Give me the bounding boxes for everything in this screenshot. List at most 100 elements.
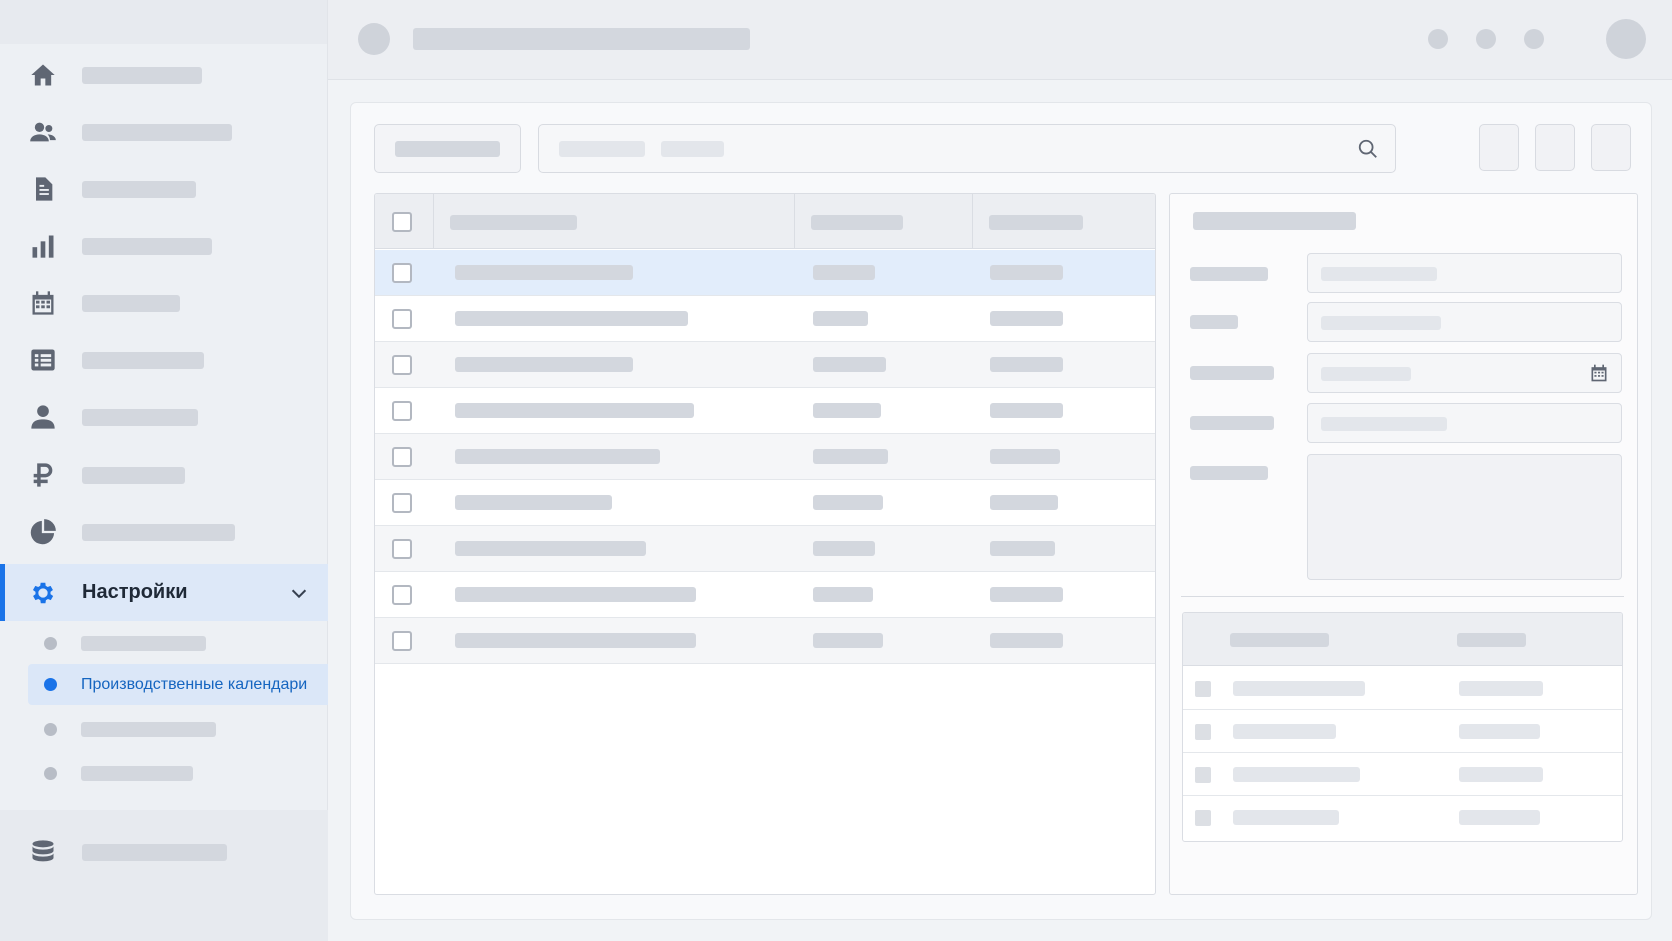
column-header-placeholder[interactable] [989, 215, 1083, 230]
field-value-placeholder [1321, 417, 1447, 431]
sidebar-item-calendar[interactable] [0, 278, 328, 328]
table-row[interactable] [375, 434, 1155, 480]
cell-placeholder [455, 541, 646, 556]
row-checkbox[interactable] [392, 401, 412, 421]
gear-icon [28, 578, 58, 608]
calendar-icon[interactable] [1589, 363, 1609, 383]
document-icon [28, 174, 58, 204]
sidebar-item-analytics[interactable] [0, 507, 328, 557]
sidebar-item-reports[interactable] [0, 221, 328, 271]
toolbar-button[interactable] [1479, 124, 1519, 171]
table-row[interactable] [375, 526, 1155, 572]
cell-placeholder [1233, 810, 1339, 825]
cell-placeholder [455, 633, 696, 648]
table-row[interactable] [375, 296, 1155, 342]
sidebar-item-finance[interactable] [0, 450, 328, 500]
select-all-checkbox[interactable] [392, 212, 412, 232]
sub-table-row[interactable] [1183, 796, 1622, 839]
text-field[interactable] [1307, 302, 1622, 342]
submenu-label-placeholder [81, 721, 216, 737]
row-checkbox[interactable] [392, 631, 412, 651]
submenu-item-production-calendars[interactable]: Производственные календари [28, 664, 328, 705]
sidebar-item-home[interactable] [0, 50, 328, 100]
row-checkbox[interactable] [392, 355, 412, 375]
sidebar-item-documents[interactable] [0, 164, 328, 214]
primary-action-button[interactable] [374, 124, 521, 173]
cell-placeholder [990, 449, 1060, 464]
sidebar-item-label-placeholder [82, 294, 180, 312]
row-checkbox[interactable] [1195, 810, 1211, 826]
table-row[interactable] [375, 250, 1155, 296]
row-checkbox[interactable] [392, 309, 412, 329]
table-row[interactable] [375, 572, 1155, 618]
row-checkbox[interactable] [392, 447, 412, 467]
date-field[interactable] [1307, 353, 1622, 393]
sidebar-item-users[interactable] [0, 107, 328, 157]
topbar-action-icon[interactable] [1428, 29, 1448, 49]
sub-table [1182, 612, 1623, 842]
sub-table-row[interactable] [1183, 753, 1622, 796]
column-header-placeholder [1230, 633, 1329, 647]
bullet-icon [44, 636, 57, 650]
avatar[interactable] [1606, 19, 1646, 59]
top-bar [328, 0, 1672, 80]
row-checkbox[interactable] [392, 539, 412, 559]
submenu-label-placeholder [81, 635, 206, 651]
cell-placeholder [455, 403, 694, 418]
search-input[interactable] [538, 124, 1396, 173]
panel-title-placeholder [1193, 212, 1356, 230]
submenu-item[interactable] [28, 753, 328, 793]
row-checkbox[interactable] [392, 493, 412, 513]
row-checkbox[interactable] [1195, 724, 1211, 740]
sub-table-row[interactable] [1183, 710, 1622, 753]
sidebar-item-profile[interactable] [0, 392, 328, 442]
divider [1181, 596, 1624, 597]
row-checkbox[interactable] [1195, 767, 1211, 783]
row-checkbox[interactable] [1195, 681, 1211, 697]
table-row[interactable] [375, 388, 1155, 434]
text-field[interactable] [1307, 403, 1622, 443]
row-checkbox[interactable] [392, 263, 412, 283]
notes-textarea[interactable] [1307, 454, 1622, 580]
sidebar-item-settings[interactable]: Настройки [0, 564, 328, 621]
data-table [374, 193, 1156, 895]
row-checkbox[interactable] [392, 585, 412, 605]
text-field[interactable] [1307, 253, 1622, 293]
topbar-action-icon[interactable] [1524, 29, 1544, 49]
cell-placeholder [813, 587, 873, 602]
cell-placeholder [990, 311, 1063, 326]
sub-table-header [1183, 613, 1622, 666]
column-header-placeholder[interactable] [450, 215, 577, 230]
search-icon[interactable] [1357, 138, 1379, 160]
toolbar-button[interactable] [1535, 124, 1575, 171]
chevron-down-icon[interactable] [288, 582, 310, 604]
toolbar-button[interactable] [1591, 124, 1631, 171]
field-label-placeholder [1190, 466, 1268, 480]
sidebar: Настройки Производственные календари [0, 0, 328, 941]
cell-placeholder [813, 633, 883, 648]
submenu-item[interactable] [28, 623, 328, 663]
cell-placeholder [455, 449, 660, 464]
submenu-item[interactable] [28, 709, 328, 749]
sidebar-item-label-placeholder [82, 466, 185, 484]
cell-placeholder [1233, 767, 1360, 782]
cell-placeholder [455, 587, 696, 602]
sub-table-row[interactable] [1183, 667, 1622, 710]
sidebar-item-list[interactable] [0, 335, 328, 385]
bullet-icon [44, 678, 57, 691]
column-header-placeholder[interactable] [811, 215, 903, 230]
sidebar-item-database[interactable] [0, 827, 328, 877]
cell-placeholder [455, 311, 688, 326]
topbar-action-icon[interactable] [1476, 29, 1496, 49]
users-icon [28, 117, 58, 147]
table-row[interactable] [375, 618, 1155, 664]
app-logo[interactable] [358, 23, 390, 55]
cell-placeholder [990, 495, 1058, 510]
field-value-placeholder [1321, 316, 1441, 330]
cell-placeholder [813, 495, 883, 510]
table-row[interactable] [375, 480, 1155, 526]
cell-placeholder [1459, 767, 1543, 782]
sidebar-item-label-placeholder [82, 351, 204, 369]
table-row[interactable] [375, 342, 1155, 388]
user-icon [28, 402, 58, 432]
